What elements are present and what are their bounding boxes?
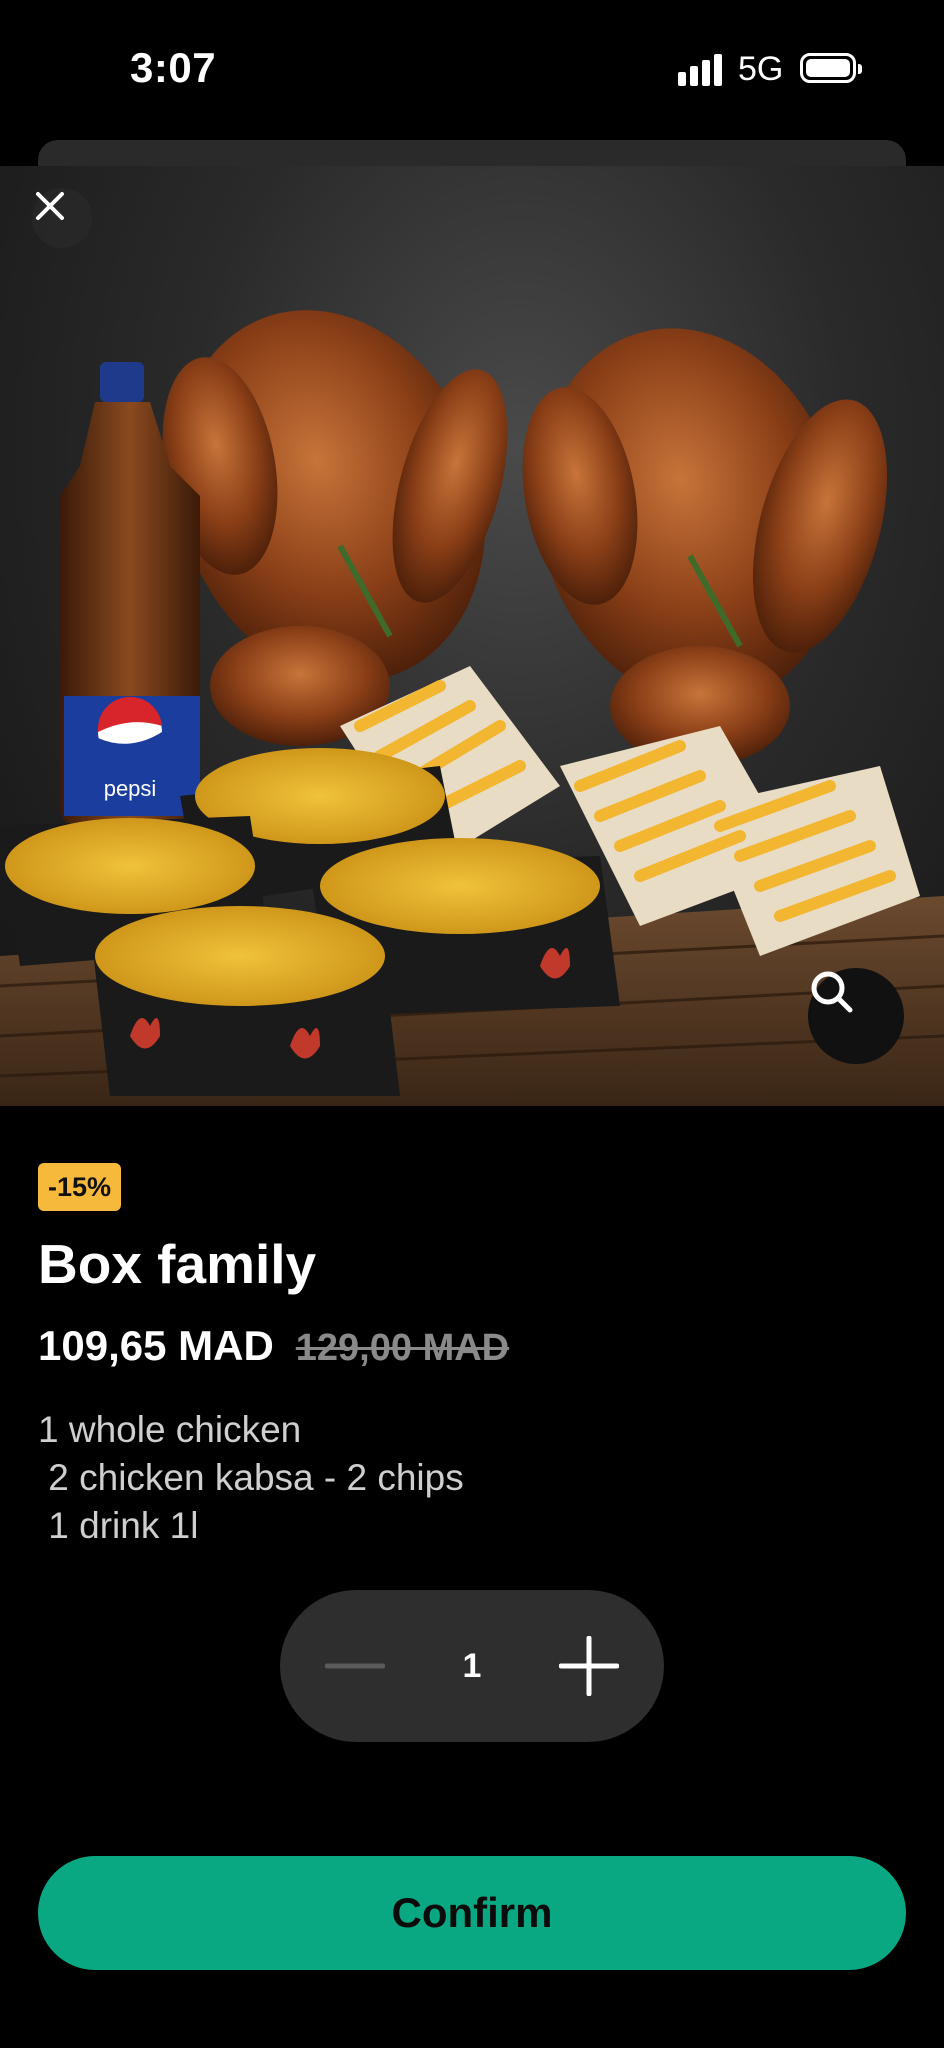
current-price: 109,65 MAD (38, 1322, 274, 1369)
chicken-right (522, 328, 888, 766)
plus-icon (558, 1636, 619, 1696)
meal-illustration: pepsi (0, 310, 944, 1106)
close-icon (36, 192, 64, 220)
price-row: 109,65 MAD 129,00 MAD (38, 1322, 509, 1370)
network-label: 5G (738, 50, 784, 88)
discount-badge: -15% (38, 1163, 122, 1211)
description-line: 1 drink 1l (38, 1505, 199, 1546)
confirm-button[interactable]: Confirm (38, 1856, 906, 1970)
svg-text:pepsi: pepsi (104, 776, 157, 801)
status-time: 3:07 (130, 44, 217, 91)
status-bar: 3:07 5G (0, 0, 944, 140)
product-title: Box family (38, 1233, 317, 1295)
decrease-quantity-button[interactable] (320, 1631, 390, 1701)
description-line: 1 whole chicken (38, 1409, 302, 1450)
description-line: 2 chicken kabsa - 2 chips (38, 1457, 464, 1498)
signal-icon (678, 54, 728, 86)
search-icon (811, 971, 853, 1013)
battery-icon (800, 53, 862, 83)
quantity-stepper: 1 (280, 1590, 664, 1742)
product-description: 1 whole chicken 2 chicken kabsa - 2 chip… (38, 1406, 464, 1550)
close-button[interactable] (32, 188, 92, 248)
zoom-image-button[interactable] (808, 968, 904, 1064)
original-price: 129,00 MAD (295, 1327, 510, 1369)
quantity-value: 1 (462, 1646, 482, 1685)
product-image: pepsi (0, 166, 944, 1106)
increase-quantity-button[interactable] (554, 1631, 624, 1701)
minus-icon (325, 1663, 385, 1669)
